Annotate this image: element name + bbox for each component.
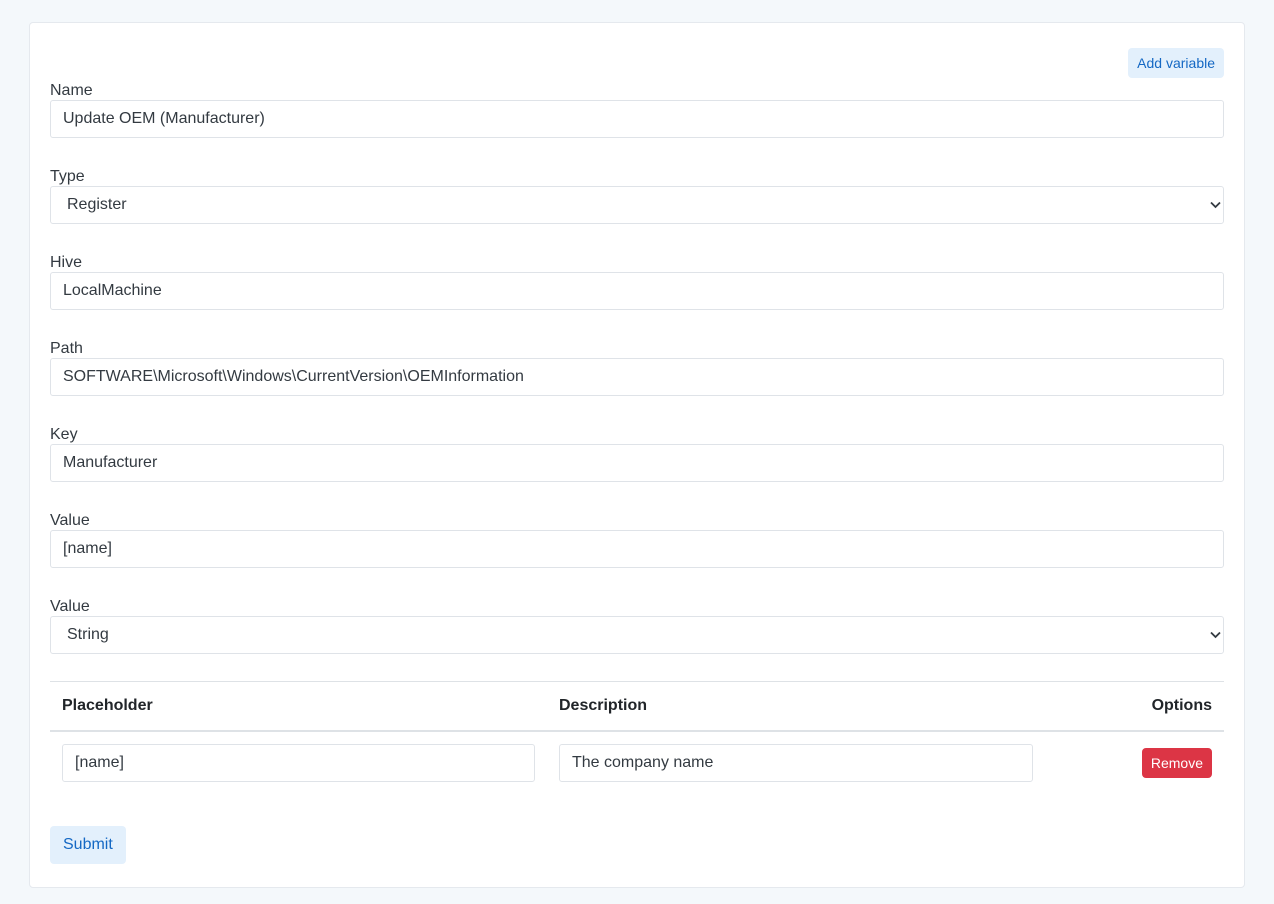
placeholder-column-header: Placeholder [62,697,153,714]
path-input[interactable] [50,358,1224,396]
value-type-label: Value [50,598,90,615]
remove-button[interactable]: Remove [1141,748,1212,778]
hive-input[interactable] [50,272,1224,310]
description-input[interactable] [559,744,1033,782]
options-column-header: Options [1151,697,1212,714]
form-card: Add variable Name Type Register Hive Pat… [29,22,1245,888]
name-input[interactable] [50,100,1224,138]
type-select-value: Register [67,196,127,213]
value-label: Value [50,512,90,529]
chevron-down-icon [1207,187,1223,223]
value-type-select[interactable]: String [50,616,1224,654]
value-input[interactable] [50,530,1224,568]
submit-button[interactable]: Submit [50,826,126,864]
add-variable-button[interactable]: Add variable [1128,48,1224,78]
description-column-header: Description [559,697,648,714]
path-label: Path [50,340,83,357]
name-label: Name [50,82,93,99]
table-row: Remove [50,732,1224,794]
placeholder-input[interactable] [62,744,535,782]
value-field-group: Value [50,511,1224,568]
value-type-select-value: String [67,626,109,643]
table-header: Placeholder Description Options [50,681,1224,732]
hive-label: Hive [50,254,83,271]
type-label: Type [50,168,85,185]
variables-table: Placeholder Description Options Remove [50,681,1224,794]
key-field-group: Key [50,425,1224,482]
chevron-down-icon [1207,617,1223,653]
name-field-group: Name [50,81,1224,138]
hive-field-group: Hive [50,253,1224,310]
path-field-group: Path [50,339,1224,396]
key-input[interactable] [50,444,1224,482]
type-field-group: Type Register [50,167,1224,224]
value-type-field-group: Value String [50,597,1224,654]
type-select[interactable]: Register [50,186,1224,224]
key-label: Key [50,426,78,443]
